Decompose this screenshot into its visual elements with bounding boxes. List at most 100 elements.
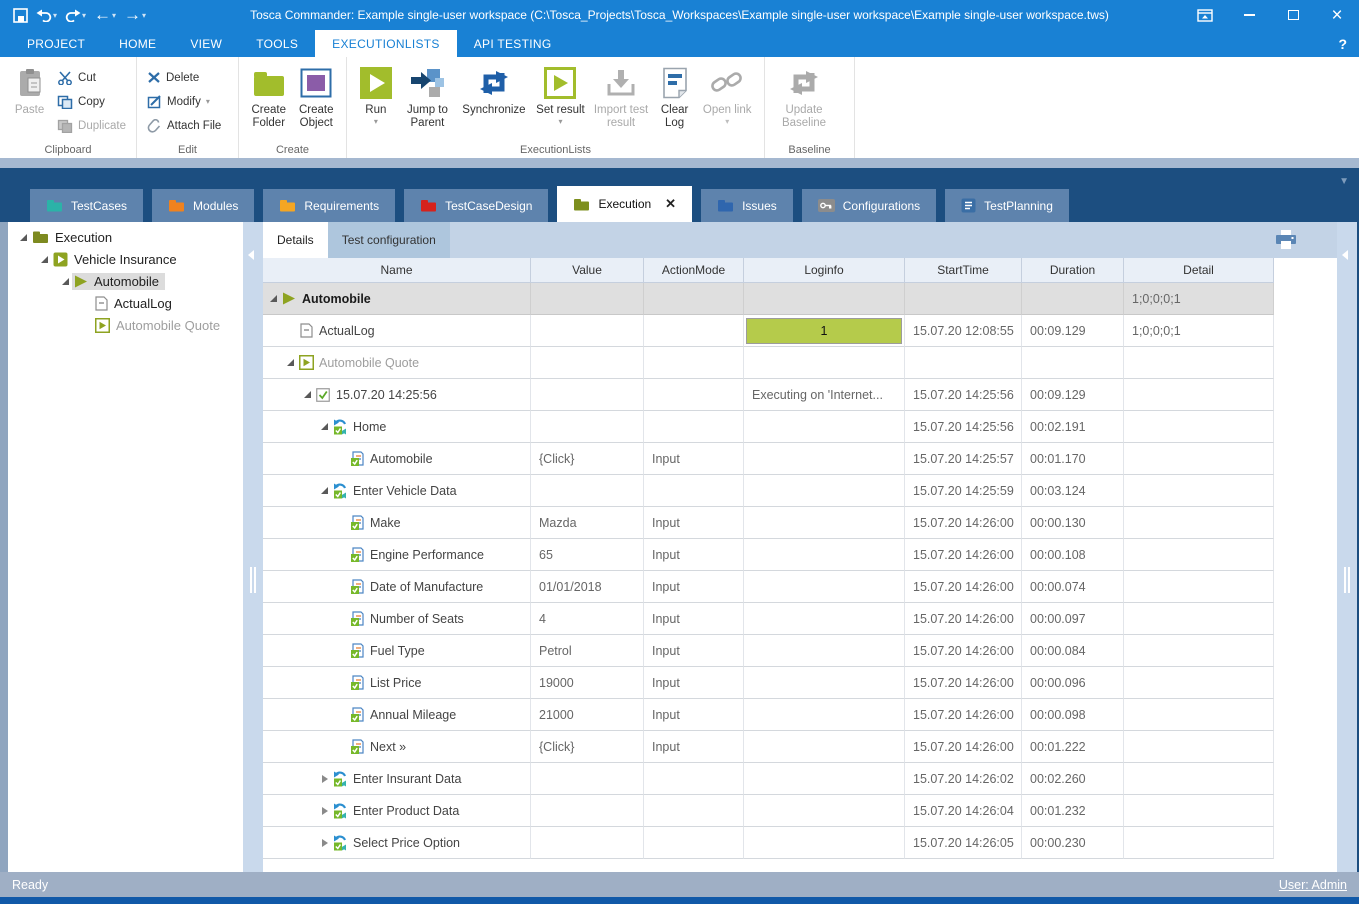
duplicate-button[interactable]: Duplicate [53,115,130,136]
ribbon-display-options-button[interactable] [1183,0,1227,30]
right-splitter[interactable] [1337,222,1357,872]
doc-tab-configurations[interactable]: Configurations [802,189,936,222]
undo-button[interactable]: ▾ [33,6,60,24]
expander-open-icon[interactable] [58,278,72,285]
column-header-loginfo[interactable]: Loginfo [744,258,905,282]
delete-button[interactable]: Delete [143,67,225,88]
minimize-button[interactable] [1227,0,1271,30]
close-tab-icon[interactable]: ✕ [665,196,676,212]
tree-item-actuallog[interactable]: ActualLog [8,292,243,314]
tab-details[interactable]: Details [263,222,328,258]
grid-row-engine-performance[interactable]: Engine Performance65Input15.07.20 14:26:… [263,539,1274,571]
tab-executionlists[interactable]: EXECUTIONLISTS [315,30,457,57]
modify-button[interactable]: Modify ▾ [143,91,225,112]
save-button[interactable] [10,6,31,25]
grid-row-enter-vehicle-data[interactable]: Enter Vehicle Data15.07.20 14:25:5900:03… [263,475,1274,507]
folder-icon [717,199,734,212]
grid-row-home[interactable]: Home15.07.20 14:25:5600:02.191 [263,411,1274,443]
jump-to-parent-button[interactable]: Jump to Parent [399,63,457,130]
left-splitter[interactable] [243,222,263,872]
expander-open-icon[interactable] [16,234,30,241]
synchronize-button[interactable]: Synchronize [456,63,531,117]
expander-open-icon[interactable] [301,391,314,398]
column-header-starttime[interactable]: StartTime [905,258,1022,282]
column-header-name[interactable]: Name [263,258,531,282]
grid-row-annual-mileage[interactable]: Annual Mileage21000Input15.07.20 14:26:0… [263,699,1274,731]
doc-tab-modules[interactable]: Modules [152,189,254,222]
collapse-panel-icon[interactable] [1342,250,1348,260]
maximize-button[interactable] [1271,0,1315,30]
expander-open-icon[interactable] [37,256,51,263]
doc-tab-testcases[interactable]: TestCases [30,189,143,222]
splitter-grip[interactable] [1344,567,1350,593]
doc-tab-testplanning[interactable]: TestPlanning [945,189,1069,222]
expander-open-icon[interactable] [284,359,297,366]
grid-row-automobile[interactable]: Automobile{Click}Input15.07.20 14:25:570… [263,443,1274,475]
grid-row-select-price-option[interactable]: Select Price Option15.07.20 14:26:0500:0… [263,827,1274,859]
user-admin-link[interactable]: User: Admin [1279,878,1347,892]
expander-closed-icon[interactable] [318,775,331,783]
set-result-button[interactable]: Set result ▾ [532,63,590,126]
create-folder-button[interactable]: Create Folder [245,63,293,130]
expander-closed-icon[interactable] [318,839,331,847]
navigate-back-button[interactable]: ← ▾ [91,6,119,24]
chevron-down-icon: ▾ [142,11,146,20]
paste-button[interactable]: Paste [6,63,53,117]
redo-button[interactable]: ▾ [62,6,89,24]
chevron-down-icon: ▾ [206,97,210,106]
grid-row-date-of-manufacture[interactable]: Date of Manufacture01/01/2018Input15.07.… [263,571,1274,603]
expander-open-icon[interactable] [318,487,331,494]
splitter-grip[interactable] [250,567,256,593]
tree-item-vehicle-insurance[interactable]: Vehicle Insurance [8,248,243,270]
clear-log-button[interactable]: Clear Log [653,63,697,130]
update-baseline-button[interactable]: Update Baseline [771,63,837,130]
doc-tab-testcasedesign[interactable]: TestCaseDesign [404,189,548,222]
column-header-actionmode[interactable]: ActionMode [644,258,744,282]
grid-row-next-[interactable]: Next »{Click}Input15.07.20 14:26:0000:01… [263,731,1274,763]
import-test-result-button[interactable]: Import test result [589,63,653,130]
navigate-forward-button[interactable]: → ▾ [121,6,149,24]
print-button[interactable] [1275,230,1297,249]
cell-starttime [905,283,1022,315]
grid-row-automobile[interactable]: Automobile1;0;0;0;1 [263,283,1274,315]
expander-open-icon[interactable] [267,295,280,302]
expander-closed-icon[interactable] [318,807,331,815]
column-header-detail[interactable]: Detail [1124,258,1274,282]
tab-tools[interactable]: TOOLS [239,30,315,57]
collapse-panel-icon[interactable] [248,250,254,260]
doc-tab-execution[interactable]: Execution✕ [557,186,692,222]
tree-item-automobile[interactable]: Automobile [8,270,243,292]
column-header-duration[interactable]: Duration [1022,258,1124,282]
attach-file-button[interactable]: Attach File [143,115,225,136]
create-object-button[interactable]: Create Object [293,63,341,130]
close-button[interactable]: × [1315,0,1359,30]
loginfo-highlight-cell[interactable]: 1 [746,318,902,344]
doc-tab-issues[interactable]: Issues [701,189,793,222]
grid-row-automobile-quote[interactable]: Automobile Quote [263,347,1274,379]
help-button[interactable]: ? [1338,30,1347,57]
tree-item-execution[interactable]: Execution [8,226,243,248]
grid-row-number-of-seats[interactable]: Number of Seats4Input15.07.20 14:26:0000… [263,603,1274,635]
tab-home[interactable]: HOME [102,30,173,57]
expander-open-icon[interactable] [318,423,331,430]
tab-project[interactable]: PROJECT [10,30,102,57]
cell-loginfo [744,475,905,507]
tab-view[interactable]: VIEW [173,30,239,57]
tab-api-testing[interactable]: API TESTING [457,30,569,57]
grid-row-fuel-type[interactable]: Fuel TypePetrolInput15.07.20 14:26:0000:… [263,635,1274,667]
copy-button[interactable]: Copy [53,91,130,112]
run-button[interactable]: Run ▾ [353,63,399,126]
grid-row-list-price[interactable]: List Price19000Input15.07.20 14:26:0000:… [263,667,1274,699]
column-header-value[interactable]: Value [531,258,644,282]
pane-dropdown-caret-icon[interactable]: ▼ [1339,176,1349,187]
grid-row-enter-product-data[interactable]: Enter Product Data15.07.20 14:26:0400:01… [263,795,1274,827]
open-link-button[interactable]: Open link ▾ [696,63,758,126]
grid-row-enter-insurant-data[interactable]: Enter Insurant Data15.07.20 14:26:0200:0… [263,763,1274,795]
grid-row-15-07-20-14-25-56[interactable]: 15.07.20 14:25:56Executing on 'Internet.… [263,379,1274,411]
tree-item-automobile-quote[interactable]: Automobile Quote [8,314,243,336]
grid-row-actuallog[interactable]: ActualLog115.07.20 12:08:5500:09.1291;0;… [263,315,1274,347]
cut-button[interactable]: Cut [53,67,130,88]
doc-tab-requirements[interactable]: Requirements [263,189,395,222]
grid-row-make[interactable]: MakeMazdaInput15.07.20 14:26:0000:00.130 [263,507,1274,539]
tab-test-configuration[interactable]: Test configuration [328,222,450,258]
